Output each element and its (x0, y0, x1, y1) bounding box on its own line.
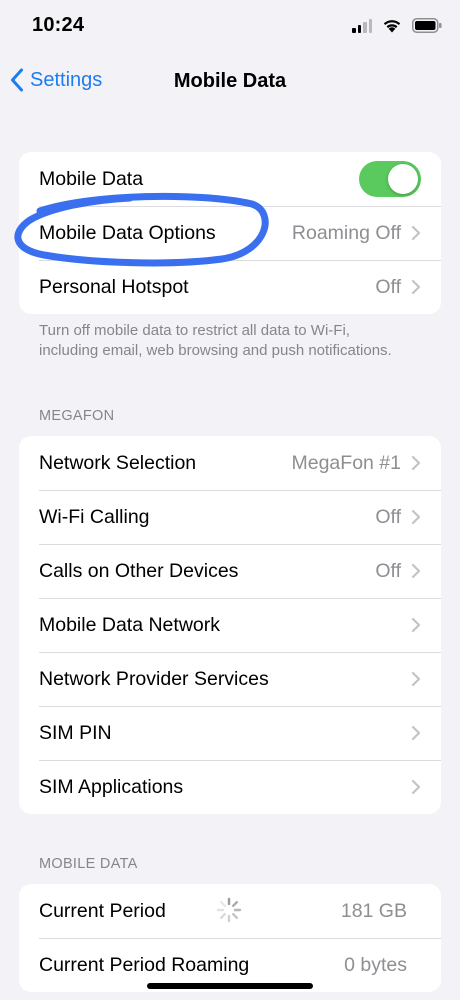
chevron-right-icon (411, 455, 421, 471)
chevron-right-icon (411, 725, 421, 741)
wifi-calling-label: Wi-Fi Calling (39, 505, 150, 528)
mobile-data-options-label: Mobile Data Options (39, 221, 216, 244)
mobile-data-footer-note: Turn off mobile data to restrict all dat… (39, 322, 392, 359)
current-period-roaming-value: 0 bytes (344, 953, 407, 976)
calls-on-other-devices-label: Calls on Other Devices (39, 559, 239, 582)
wifi-icon (383, 20, 401, 33)
carrier-section-header: MEGAFON (39, 408, 115, 424)
chevron-right-icon (411, 617, 421, 633)
mobile-data-group: Mobile Data Mobile Data Options Roaming … (19, 152, 441, 314)
sim-pin-label: SIM PIN (39, 721, 112, 744)
navigation-bar: Settings Mobile Data (0, 56, 460, 108)
current-period-label: Current Period (39, 899, 166, 922)
page-title: Mobile Data (173, 70, 287, 92)
personal-hotspot-label: Personal Hotspot (39, 275, 189, 298)
sim-applications-label: SIM Applications (39, 775, 184, 798)
carrier-group: Network Selection MegaFon #1 Wi-Fi Calli… (19, 436, 441, 814)
status-time: 10:24 (32, 14, 85, 36)
usage-section-header: MOBILE DATA (39, 856, 138, 872)
wifi-calling-row[interactable]: Wi-Fi Calling Off (19, 490, 441, 544)
sim-applications-row[interactable]: SIM Applications (19, 760, 441, 814)
toggle-knob (388, 164, 418, 194)
current-period-value: 181 GB (340, 899, 407, 922)
wifi-calling-value: Off (375, 505, 401, 528)
battery-icon (412, 18, 442, 33)
mobile-data-network-label: Mobile Data Network (39, 613, 220, 636)
current-period-roaming-label: Current Period Roaming (39, 953, 250, 976)
status-bar: 10:24 (0, 0, 460, 56)
mobile-data-label: Mobile Data (39, 167, 144, 190)
network-selection-label: Network Selection (39, 451, 197, 474)
network-provider-services-label: Network Provider Services (39, 667, 269, 690)
network-provider-services-row[interactable]: Network Provider Services (19, 652, 441, 706)
chevron-right-icon (411, 779, 421, 795)
chevron-right-icon (411, 563, 421, 579)
calls-on-other-devices-value: Off (375, 559, 401, 582)
sim-pin-row[interactable]: SIM PIN (19, 706, 441, 760)
mobile-data-row: Mobile Data (19, 152, 441, 206)
network-selection-value: MegaFon #1 (291, 451, 402, 474)
loading-spinner-icon (216, 897, 242, 923)
screen: 10:24 Settings Mobile Data Mobile Data M… (0, 0, 460, 1000)
personal-hotspot-value: Off (375, 275, 401, 298)
mobile-data-options-value: Roaming Off (291, 221, 401, 244)
home-indicator (147, 983, 313, 989)
status-icons (352, 18, 442, 33)
chevron-right-icon (411, 671, 421, 687)
chevron-right-icon (411, 279, 421, 295)
personal-hotspot-row[interactable]: Personal Hotspot Off (19, 260, 441, 314)
network-selection-row[interactable]: Network Selection MegaFon #1 (19, 436, 441, 490)
mobile-data-options-row[interactable]: Mobile Data Options Roaming Off (19, 206, 441, 260)
calls-on-other-devices-row[interactable]: Calls on Other Devices Off (19, 544, 441, 598)
chevron-right-icon (411, 509, 421, 525)
chevron-right-icon (411, 225, 421, 241)
mobile-data-toggle[interactable] (359, 161, 421, 197)
cellular-signal-icon (352, 18, 372, 33)
mobile-data-network-row[interactable]: Mobile Data Network (19, 598, 441, 652)
